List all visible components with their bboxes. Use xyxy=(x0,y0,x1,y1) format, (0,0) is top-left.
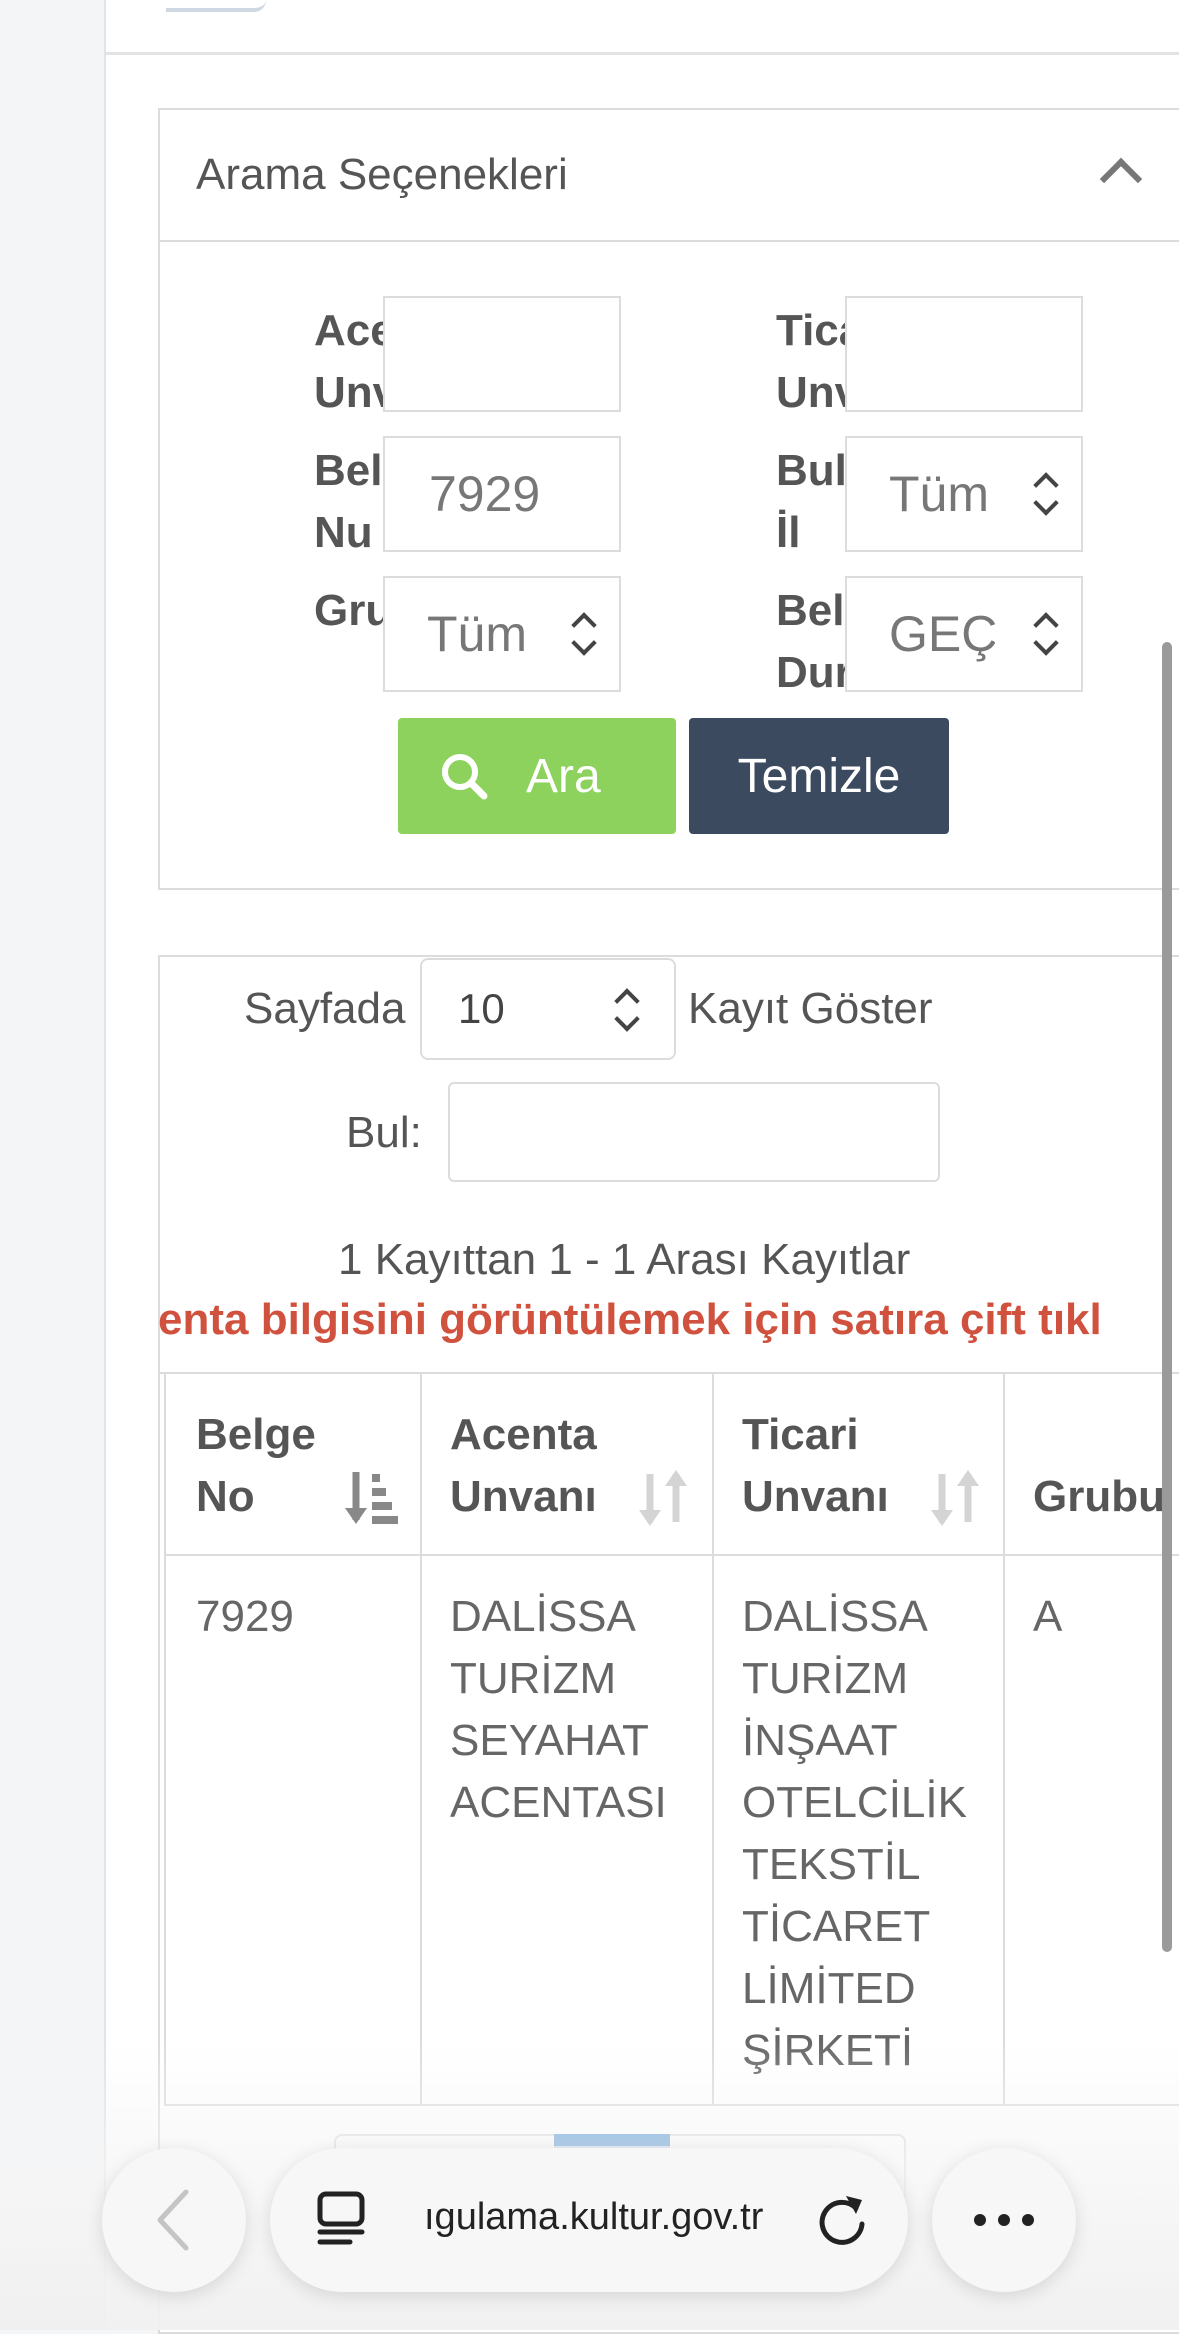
grubu-value: Tüm xyxy=(427,606,527,662)
belge-durumu-value: GEÇİ xyxy=(889,606,995,662)
belge-no-label: Bel Nu xyxy=(314,446,383,557)
select-arrows-icon xyxy=(1033,474,1057,514)
table-col-border xyxy=(164,1372,166,2106)
select-arrows-icon xyxy=(1033,614,1057,654)
reload-icon[interactable] xyxy=(816,2192,870,2248)
search-button[interactable]: Ara xyxy=(398,718,676,834)
header-grubu[interactable]: Grubu xyxy=(1033,1466,1165,1528)
select-arrows-icon xyxy=(614,990,638,1030)
record-count-text: 1 Kayıttan 1 - 1 Arası Kayıtlar xyxy=(338,1235,911,1284)
search-icon xyxy=(442,754,488,800)
top-stub xyxy=(166,0,266,12)
clear-button-label: Temizle xyxy=(737,749,901,803)
header-acenta-unvani[interactable]: Acenta Unvanı xyxy=(450,1404,597,1528)
header-ticari-unvani[interactable]: Ticari Unvanı xyxy=(742,1404,889,1528)
cell-acenta-unvani[interactable]: DALİSSA TURİZM SEYAHAT ACENTASI xyxy=(450,1586,667,1834)
tabs-icon[interactable] xyxy=(316,2190,366,2246)
grubu-select[interactable]: Tüm xyxy=(383,576,621,692)
cell-ticari-unvani[interactable]: DALİSSA TURİZM İNŞAAT OTELCİLİK TEKSTİL … xyxy=(742,1586,967,2082)
table-top-border xyxy=(158,1372,1179,1374)
ticari-unvani-input[interactable] xyxy=(845,296,1083,412)
find-label: Bul: xyxy=(346,1108,422,1157)
more-icon xyxy=(974,2214,1034,2226)
acenta-unvani-label: Ace Unv xyxy=(314,306,384,417)
search-button-label: Ara xyxy=(526,749,601,803)
sort-icon[interactable] xyxy=(636,1468,690,1528)
bulundugu-il-select[interactable]: Tüm xyxy=(845,436,1083,552)
acenta-unvani-input[interactable] xyxy=(383,296,621,412)
per-page-prefix: Sayfada xyxy=(244,984,406,1033)
back-button[interactable] xyxy=(102,2148,246,2292)
per-page-value: 10 xyxy=(458,985,505,1032)
double-click-hint: enta bilgisini görüntülemek için satıra … xyxy=(158,1295,1102,1344)
cell-grubu[interactable]: A xyxy=(1033,1586,1062,1648)
cell-belge-no[interactable]: 7929 xyxy=(196,1586,294,1648)
header-belge-no[interactable]: Belge No xyxy=(196,1404,316,1528)
ticari-unvani-label: Tica Unv xyxy=(776,306,846,417)
address-bar-url: ıgulama.kultur.gov.tr xyxy=(424,2196,764,2238)
per-page-suffix: Kayıt Göster xyxy=(688,984,933,1033)
search-options-title: Arama Seçenekleri xyxy=(196,150,568,199)
clear-button[interactable]: Temizle xyxy=(689,718,949,834)
belge-no-input[interactable]: 7929 xyxy=(383,436,621,552)
table-header-bottom xyxy=(164,1554,1179,1556)
sort-desc-icon[interactable] xyxy=(344,1468,398,1528)
per-page-select[interactable]: 10 xyxy=(420,958,676,1060)
sort-icon[interactable] xyxy=(928,1468,982,1528)
table-col-border xyxy=(1003,1372,1005,2106)
back-arrow-icon xyxy=(157,2189,189,2251)
top-separator xyxy=(104,52,1179,55)
table-col-border xyxy=(420,1372,422,2106)
bulundugu-il-value: Tüm xyxy=(889,466,989,522)
more-button[interactable] xyxy=(932,2148,1076,2292)
find-input[interactable] xyxy=(448,1082,940,1182)
bulundugu-il-label: Bul İl xyxy=(776,446,846,557)
belge-no-value: 7929 xyxy=(429,466,541,522)
grubu-label: Gru xyxy=(314,586,384,635)
belge-durumu-label: Bel Dur xyxy=(776,586,846,697)
page-scrollbar[interactable] xyxy=(1162,642,1172,1952)
belge-durumu-select[interactable]: GEÇİ xyxy=(845,576,1083,692)
table-col-border xyxy=(712,1372,714,2106)
select-arrows-icon xyxy=(571,614,595,654)
